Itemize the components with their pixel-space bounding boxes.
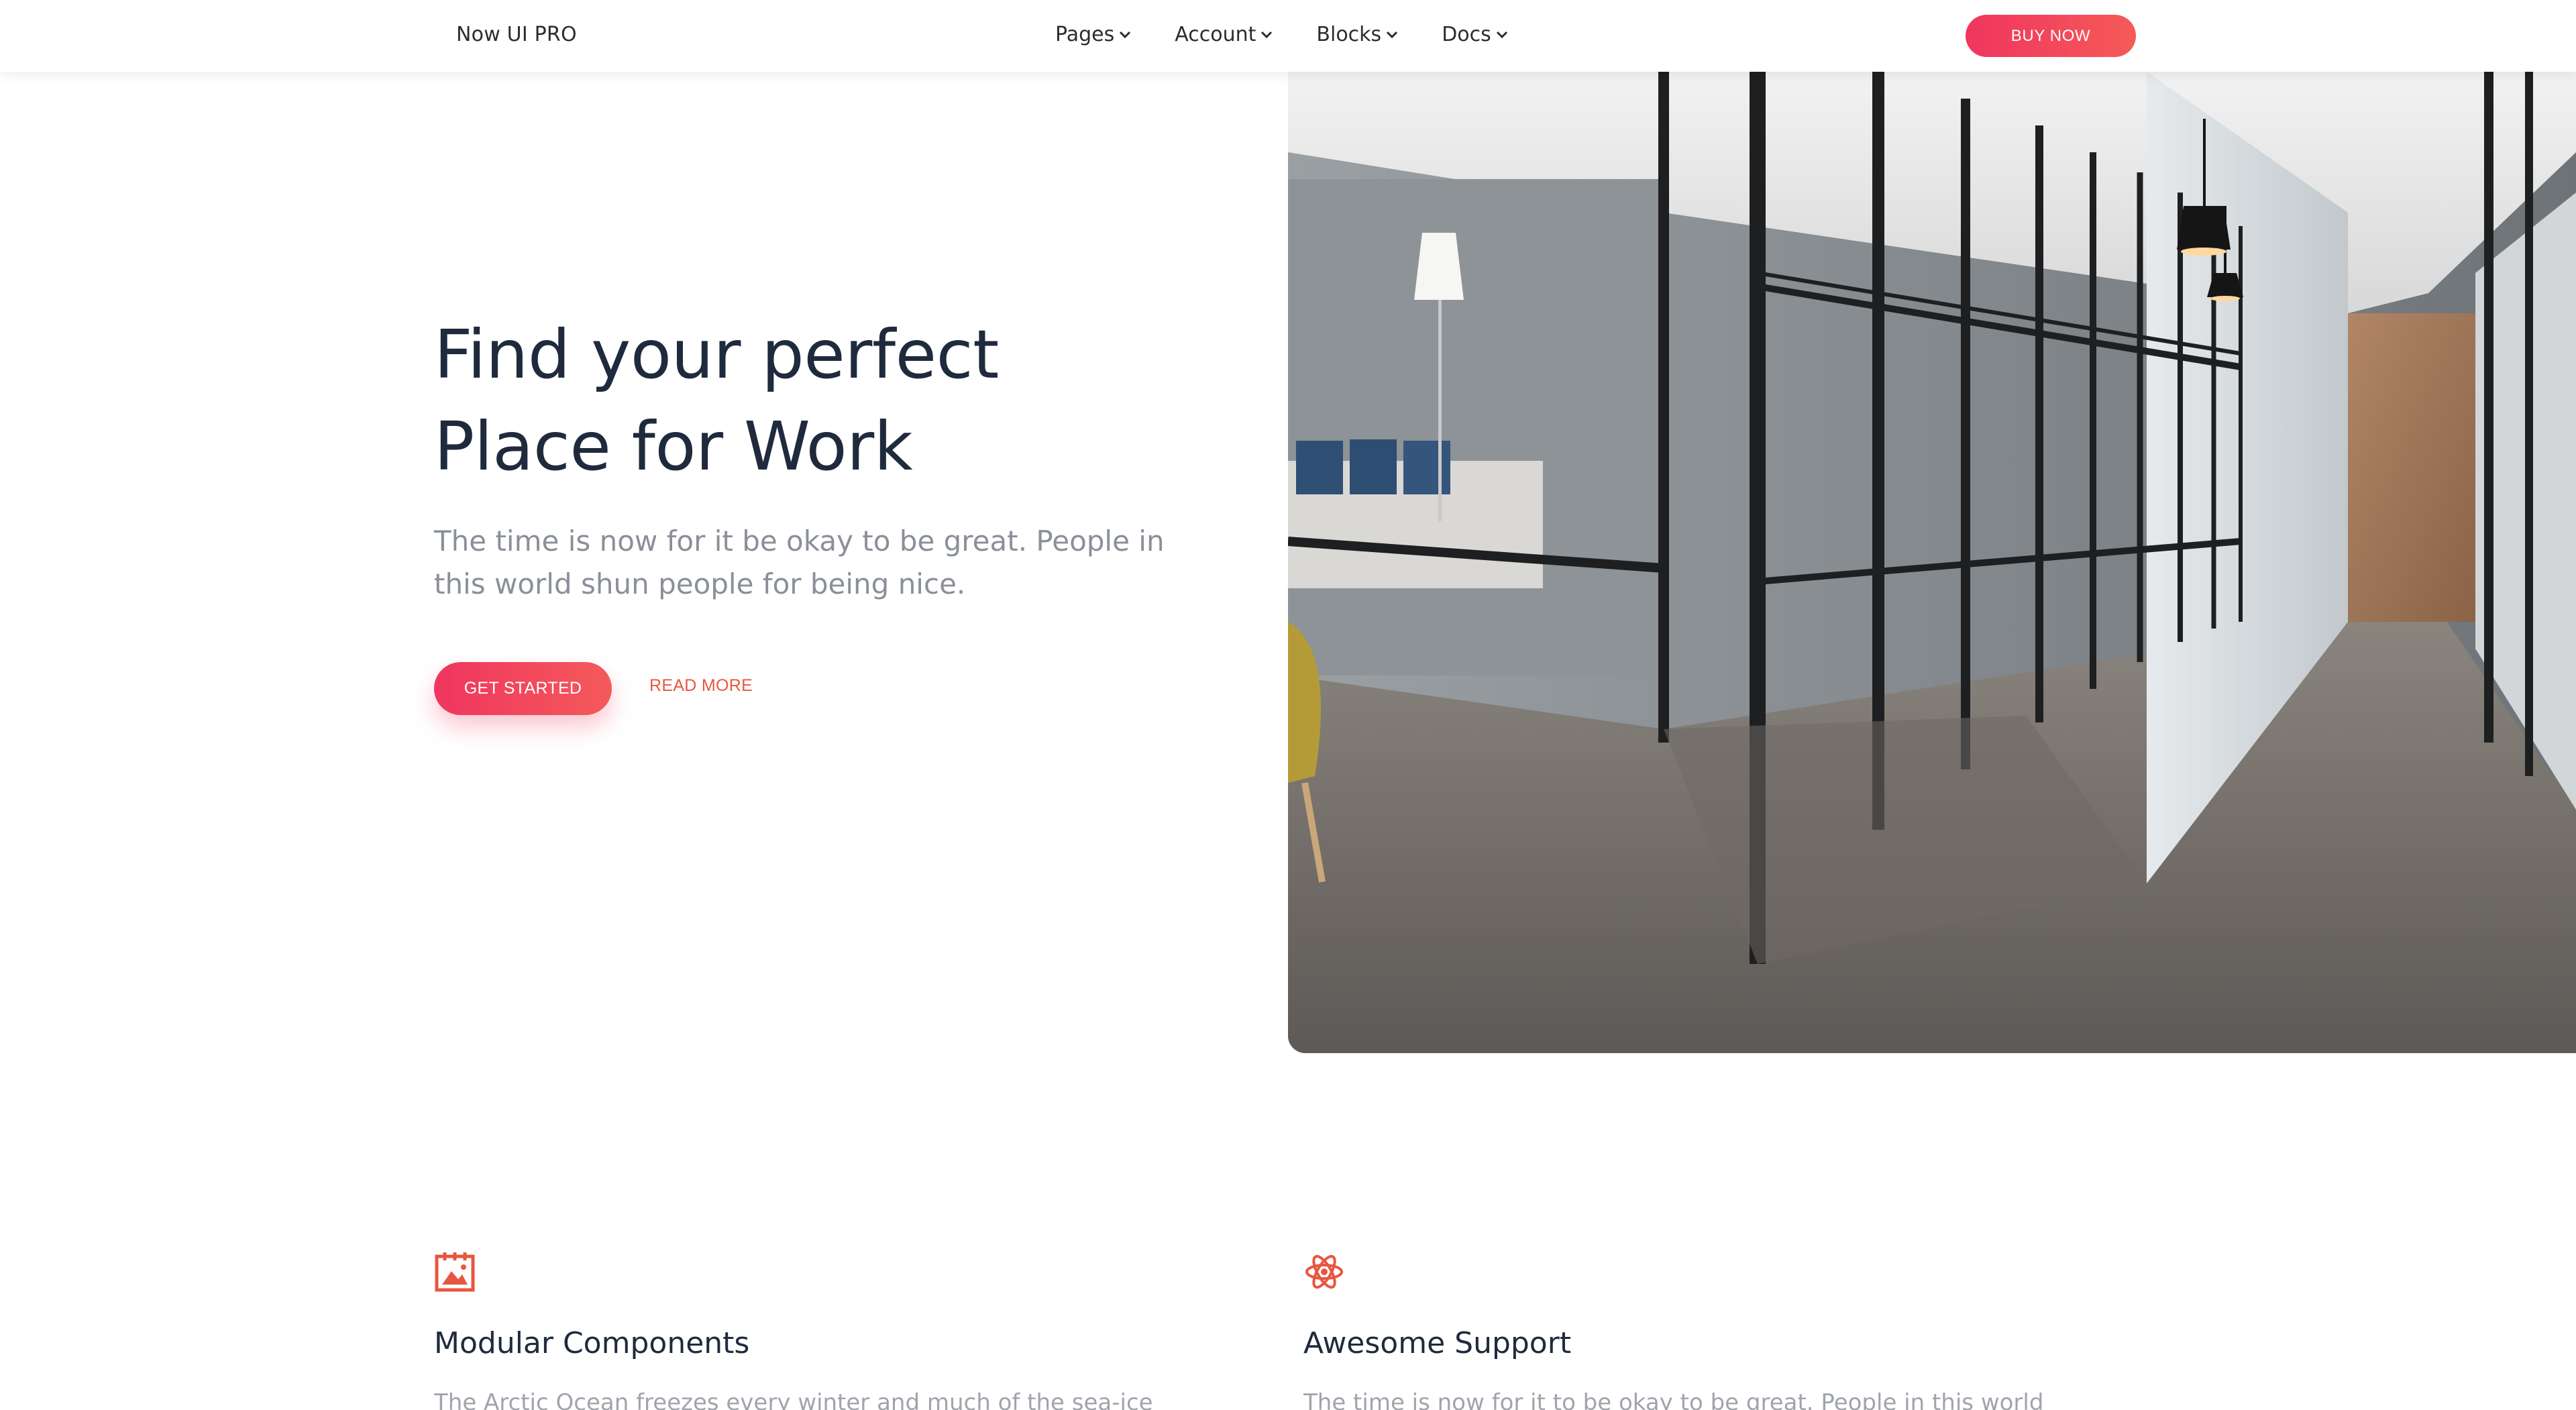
hero-title-line-1: Find your perfect bbox=[434, 315, 999, 394]
hero-description: The time is now for it be okay to be gre… bbox=[434, 525, 1165, 600]
chevron-down-icon bbox=[1260, 30, 1273, 40]
chevron-down-icon bbox=[1495, 30, 1509, 40]
feature-title: Awesome Support bbox=[1303, 1326, 1572, 1360]
read-more-link[interactable]: READ MORE bbox=[649, 676, 753, 696]
navbar: Now UI PRO Pages Account Blocks Docs BUY… bbox=[0, 0, 2576, 72]
nav-item-label: Blocks bbox=[1316, 23, 1382, 46]
image-calendar-icon bbox=[434, 1251, 1205, 1293]
get-started-button[interactable]: GET STARTED bbox=[434, 662, 612, 715]
nav-item-label: Docs bbox=[1442, 23, 1491, 46]
hero-office-image bbox=[1288, 72, 2576, 1053]
hero-title-line-2: Place for Work bbox=[434, 407, 913, 486]
bottom-fade bbox=[0, 1368, 2576, 1393]
nav-item-label: Account bbox=[1175, 23, 1256, 46]
nav-item-pages[interactable]: Pages bbox=[1055, 23, 1132, 46]
brand-logo-link[interactable]: Now UI PRO bbox=[456, 23, 577, 46]
nav-item-account[interactable]: Account bbox=[1175, 23, 1273, 46]
atom-icon bbox=[1303, 1251, 2075, 1293]
buy-now-button[interactable]: BUY NOW bbox=[1966, 15, 2136, 57]
nav-item-blocks[interactable]: Blocks bbox=[1316, 23, 1399, 46]
chevron-down-icon bbox=[1118, 30, 1132, 40]
hero-title: Find your perfect Place for Work bbox=[434, 309, 1172, 492]
nav-item-label: Pages bbox=[1055, 23, 1115, 46]
nav-item-docs[interactable]: Docs bbox=[1442, 23, 1509, 46]
feature-title: Modular Components bbox=[434, 1326, 750, 1360]
chevron-down-icon bbox=[1385, 30, 1399, 40]
nav-menu: Pages Account Blocks Docs bbox=[1055, 23, 1552, 46]
